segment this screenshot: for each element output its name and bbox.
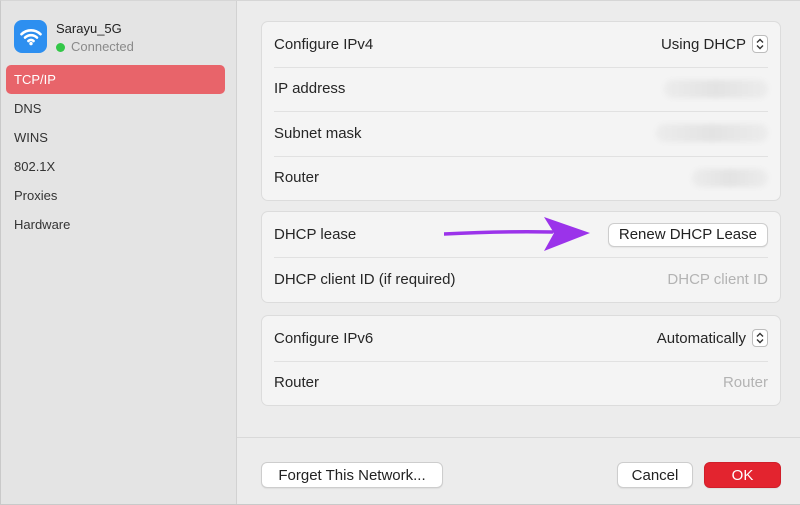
sidebar-item-wins[interactable]: WINS xyxy=(6,123,225,152)
ipv4-router-row: Router xyxy=(262,155,780,201)
forget-network-button[interactable]: Forget This Network... xyxy=(261,462,443,488)
configure-ipv4-value: Using DHCP xyxy=(660,35,746,53)
ipv6-group: Configure IPv6 Automatically Router Rout… xyxy=(261,315,781,406)
up-down-chevron-icon xyxy=(752,329,768,348)
ip-address-row: IP address xyxy=(262,66,780,112)
ipv4-router-label: Router xyxy=(274,169,320,187)
sidebar-item-hardware[interactable]: Hardware xyxy=(6,210,225,239)
ipv6-router-row: Router Router xyxy=(262,360,780,406)
configure-ipv6-label: Configure IPv6 xyxy=(274,329,374,347)
configure-ipv6-value: Automatically xyxy=(656,329,746,347)
ip-address-value-redacted xyxy=(664,79,768,98)
ipv4-router-value-redacted xyxy=(692,168,768,187)
configure-ipv4-popup[interactable]: Using DHCP xyxy=(660,35,768,54)
dhcp-client-id-label: DHCP client ID (if required) xyxy=(274,271,456,288)
wifi-icon xyxy=(14,20,47,53)
subnet-mask-value-redacted xyxy=(656,124,768,143)
cancel-button[interactable]: Cancel xyxy=(617,462,693,488)
ok-button[interactable]: OK xyxy=(704,462,781,488)
configure-ipv6-popup[interactable]: Automatically xyxy=(656,329,768,348)
up-down-chevron-icon xyxy=(752,35,768,54)
sidebar-item-dns[interactable]: DNS xyxy=(6,94,225,123)
renew-dhcp-lease-button[interactable]: Renew DHCP Lease xyxy=(607,222,768,247)
annotation-arrow-icon xyxy=(444,217,590,251)
network-status-label: Connected xyxy=(71,39,134,54)
sidebar-item-8021x[interactable]: 802.1X xyxy=(6,152,225,181)
configure-ipv6-row: Configure IPv6 Automatically xyxy=(262,316,780,361)
network-settings-window: Sarayu_5G Connected TCP/IP DNS WINS 802.… xyxy=(0,0,800,505)
sidebar-item-tcpip[interactable]: TCP/IP xyxy=(6,65,225,94)
network-header: Sarayu_5G Connected xyxy=(14,20,134,55)
network-name: Sarayu_5G xyxy=(56,21,122,36)
network-status: Connected xyxy=(56,39,134,55)
ip-address-label: IP address xyxy=(274,80,346,98)
sidebar-nav: TCP/IP DNS WINS 802.1X Proxies Hardware xyxy=(6,65,225,239)
connected-status-dot-icon xyxy=(56,42,65,52)
subnet-mask-row: Subnet mask xyxy=(262,111,780,156)
configure-ipv4-label: Configure IPv4 xyxy=(274,35,374,53)
ipv4-group: Configure IPv4 Using DHCP IP address Sub… xyxy=(261,21,781,201)
configure-ipv4-row: Configure IPv4 Using DHCP xyxy=(262,22,780,67)
ipv6-router-label: Router xyxy=(274,374,320,392)
dhcp-client-id-row: DHCP client ID (if required) DHCP client… xyxy=(262,257,780,302)
subnet-mask-label: Subnet mask xyxy=(274,124,362,142)
sidebar-item-proxies[interactable]: Proxies xyxy=(6,181,225,210)
sidebar: Sarayu_5G Connected TCP/IP DNS WINS 802.… xyxy=(1,1,237,504)
dhcp-client-id-field[interactable]: DHCP client ID xyxy=(667,271,768,288)
ipv6-router-field[interactable]: Router xyxy=(723,374,768,391)
dhcp-lease-label: DHCP lease xyxy=(274,226,357,243)
footer-divider xyxy=(237,437,800,438)
